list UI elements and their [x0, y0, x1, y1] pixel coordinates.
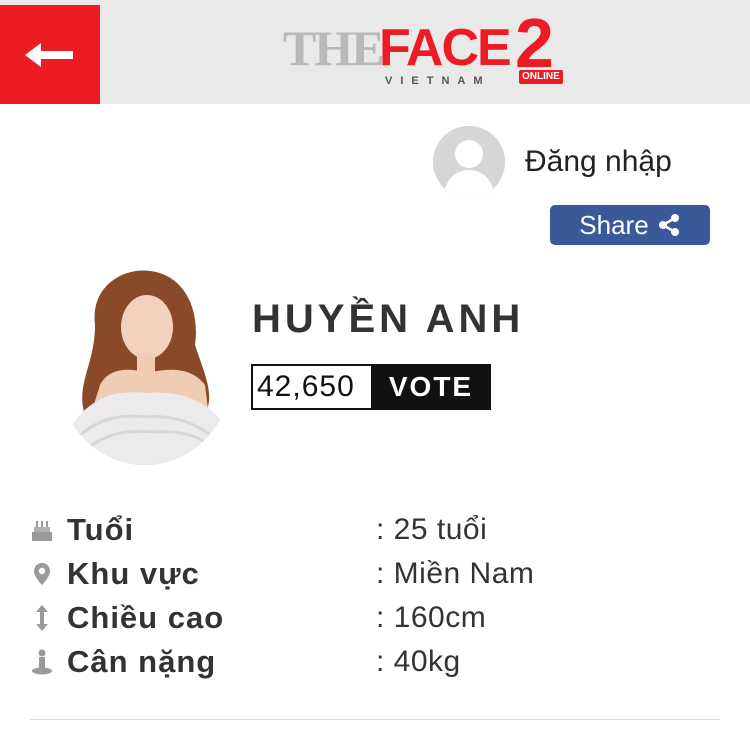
vote-count: 42,650: [251, 364, 371, 410]
arrow-left-icon: [25, 42, 73, 67]
height-arrow-icon: [30, 604, 54, 632]
vote-widget: 42,650 VOTE: [251, 364, 491, 410]
location-pin-icon: [30, 560, 54, 588]
user-avatar[interactable]: [433, 126, 505, 198]
share-button[interactable]: Share: [550, 205, 710, 245]
header-bar: THE FACE 2 VIETNAM ONLINE: [0, 0, 750, 104]
vote-button[interactable]: VOTE: [371, 364, 491, 410]
back-button[interactable]: [0, 5, 100, 104]
logo-face-text: FACE: [379, 19, 512, 77]
logo-online-badge: ONLINE: [519, 70, 563, 84]
cake-icon: [30, 516, 54, 544]
share-icon: [658, 214, 679, 236]
logo-the-text: THE: [283, 20, 385, 76]
info-row-region: Khu vực : Miền Nam: [30, 552, 720, 596]
logo-number-text: 2: [515, 4, 554, 82]
info-label-height: Chiều cao: [67, 600, 225, 635]
info-row-age: Tuổi : 25 tuổi: [30, 508, 720, 552]
info-value-age: : 25 tuổi: [376, 513, 488, 546]
contestant-portrait: [55, 265, 235, 465]
weight-scale-icon: [30, 648, 54, 676]
info-label-age: Tuổi: [67, 512, 135, 547]
info-label-region: Khu vực: [67, 556, 200, 591]
info-list: Tuổi : 25 tuổi Khu vực : Miền Nam Chiều …: [30, 508, 720, 684]
share-label: Share: [579, 209, 649, 240]
logo-vietnam-text: VIETNAM: [385, 75, 491, 87]
the-face-logo[interactable]: THE FACE 2 VIETNAM ONLINE: [283, 8, 573, 88]
contestant-photo: [55, 265, 235, 465]
info-label-weight: Cân nặng: [67, 644, 217, 679]
info-value-weight: : 40kg: [376, 645, 461, 678]
info-row-height: Chiều cao : 160cm: [30, 596, 720, 640]
divider: [30, 719, 720, 720]
login-link[interactable]: Đăng nhập: [525, 144, 672, 180]
info-value-region: : Miền Nam: [376, 557, 535, 590]
info-value-height: : 160cm: [376, 601, 487, 634]
user-silhouette-icon: [433, 126, 505, 198]
info-row-weight: Cân nặng : 40kg: [30, 640, 720, 684]
contestant-name: HUYỀN ANH: [252, 297, 525, 341]
